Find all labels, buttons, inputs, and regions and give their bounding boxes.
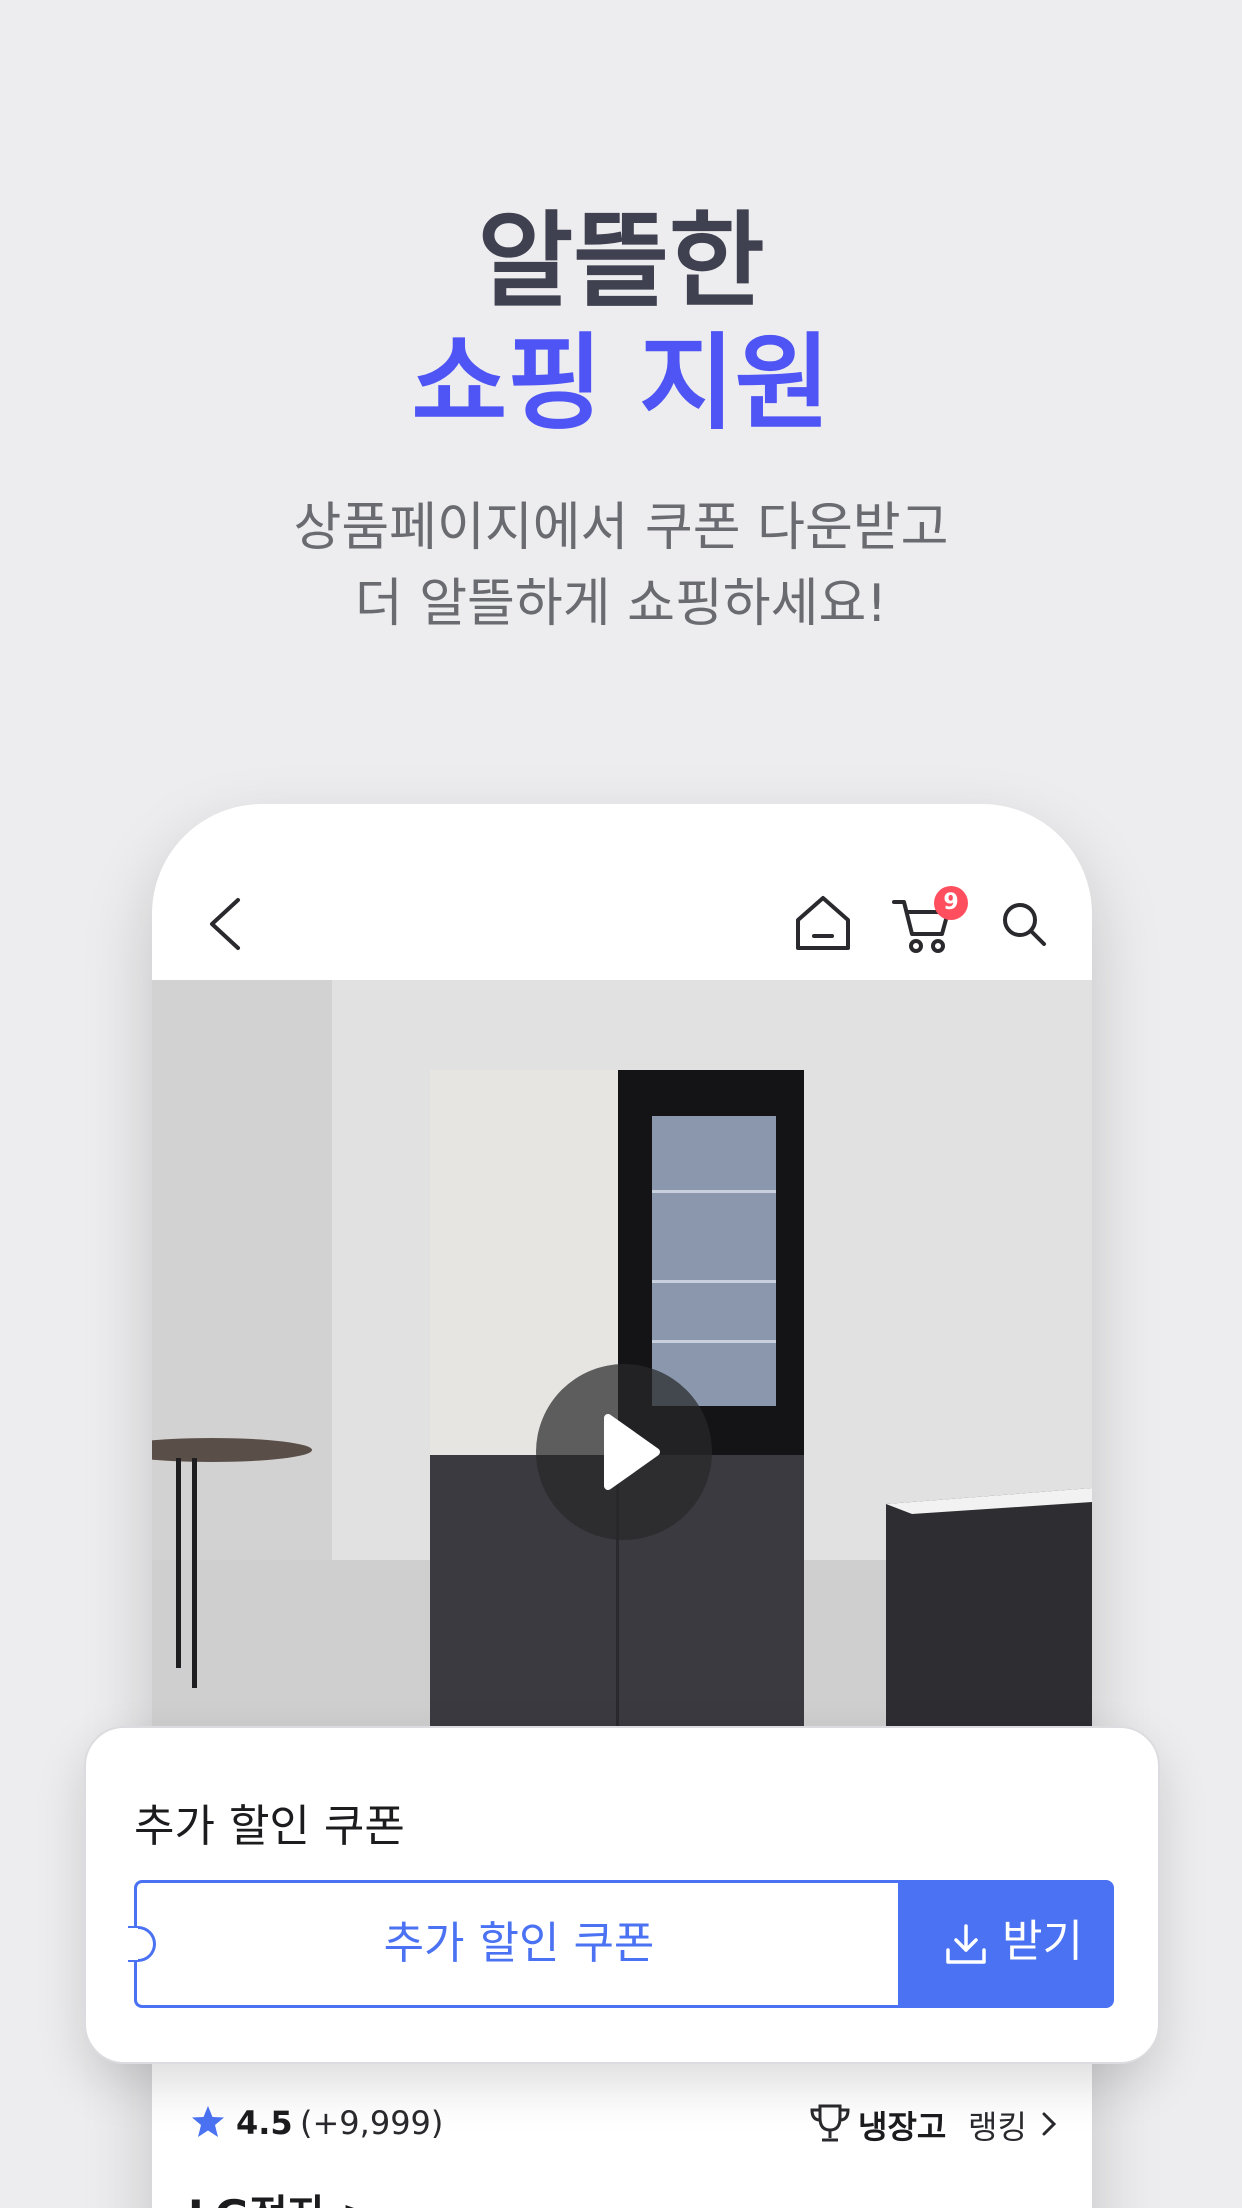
app-bar: 9 [152, 804, 1092, 980]
subtext-line-2: 더 알뜰하게 쇼핑하세요! [354, 574, 888, 634]
chevron-right-icon[interactable] [1040, 2110, 1058, 2138]
subtext-line-1: 상품페이지에서 쿠폰 다운받고 [293, 498, 949, 558]
brand-link[interactable]: LG전자 > [188, 2182, 376, 2208]
headline-line-1: 알뜰한 [477, 200, 765, 322]
ranking-label[interactable]: 랭킹 [968, 2102, 1027, 2148]
ranking-category[interactable]: 냉장고 [858, 2102, 946, 2148]
promo-subtext: 상품페이지에서 쿠폰 다운받고 더 알뜰하게 쇼핑하세요! [0, 490, 1242, 642]
promo-headline: 알뜰한 쇼핑 지원 [0, 200, 1242, 444]
coupon-ticket-label: 추가 할인 쿠폰 [383, 1918, 655, 1969]
home-icon[interactable] [792, 892, 854, 954]
product-video-thumbnail[interactable] [152, 980, 1092, 1740]
coupon-download-label: 받기 [1002, 1916, 1083, 1967]
coupon-notch-cover [126, 1928, 138, 1960]
coupon-title: 추가 할인 쿠폰 [134, 1801, 405, 1852]
cart-count-badge: 9 [934, 886, 968, 920]
review-count[interactable]: (+9,999) [300, 2104, 443, 2142]
trophy-icon [810, 2104, 850, 2142]
download-icon [946, 1924, 986, 1964]
play-icon [604, 1414, 660, 1490]
play-button[interactable] [536, 1364, 712, 1540]
refrigerator-scene-image [152, 980, 1092, 1740]
back-chevron-icon[interactable] [200, 894, 250, 954]
coupon-ticket[interactable]: 추가 할인 쿠폰 [134, 1880, 898, 2008]
star-icon [192, 2106, 224, 2137]
coupon-download-button[interactable]: 받기 [898, 1880, 1114, 2008]
rating-row: 4.5 (+9,999) 냉장고 랭킹 [152, 2096, 1092, 2156]
headline-line-2: 쇼핑 지원 [411, 322, 831, 444]
rating-score: 4.5 [236, 2104, 293, 2142]
coupon-card: 추가 할인 쿠폰 추가 할인 쿠폰 받기 [84, 1726, 1160, 2064]
search-icon[interactable] [998, 898, 1050, 950]
